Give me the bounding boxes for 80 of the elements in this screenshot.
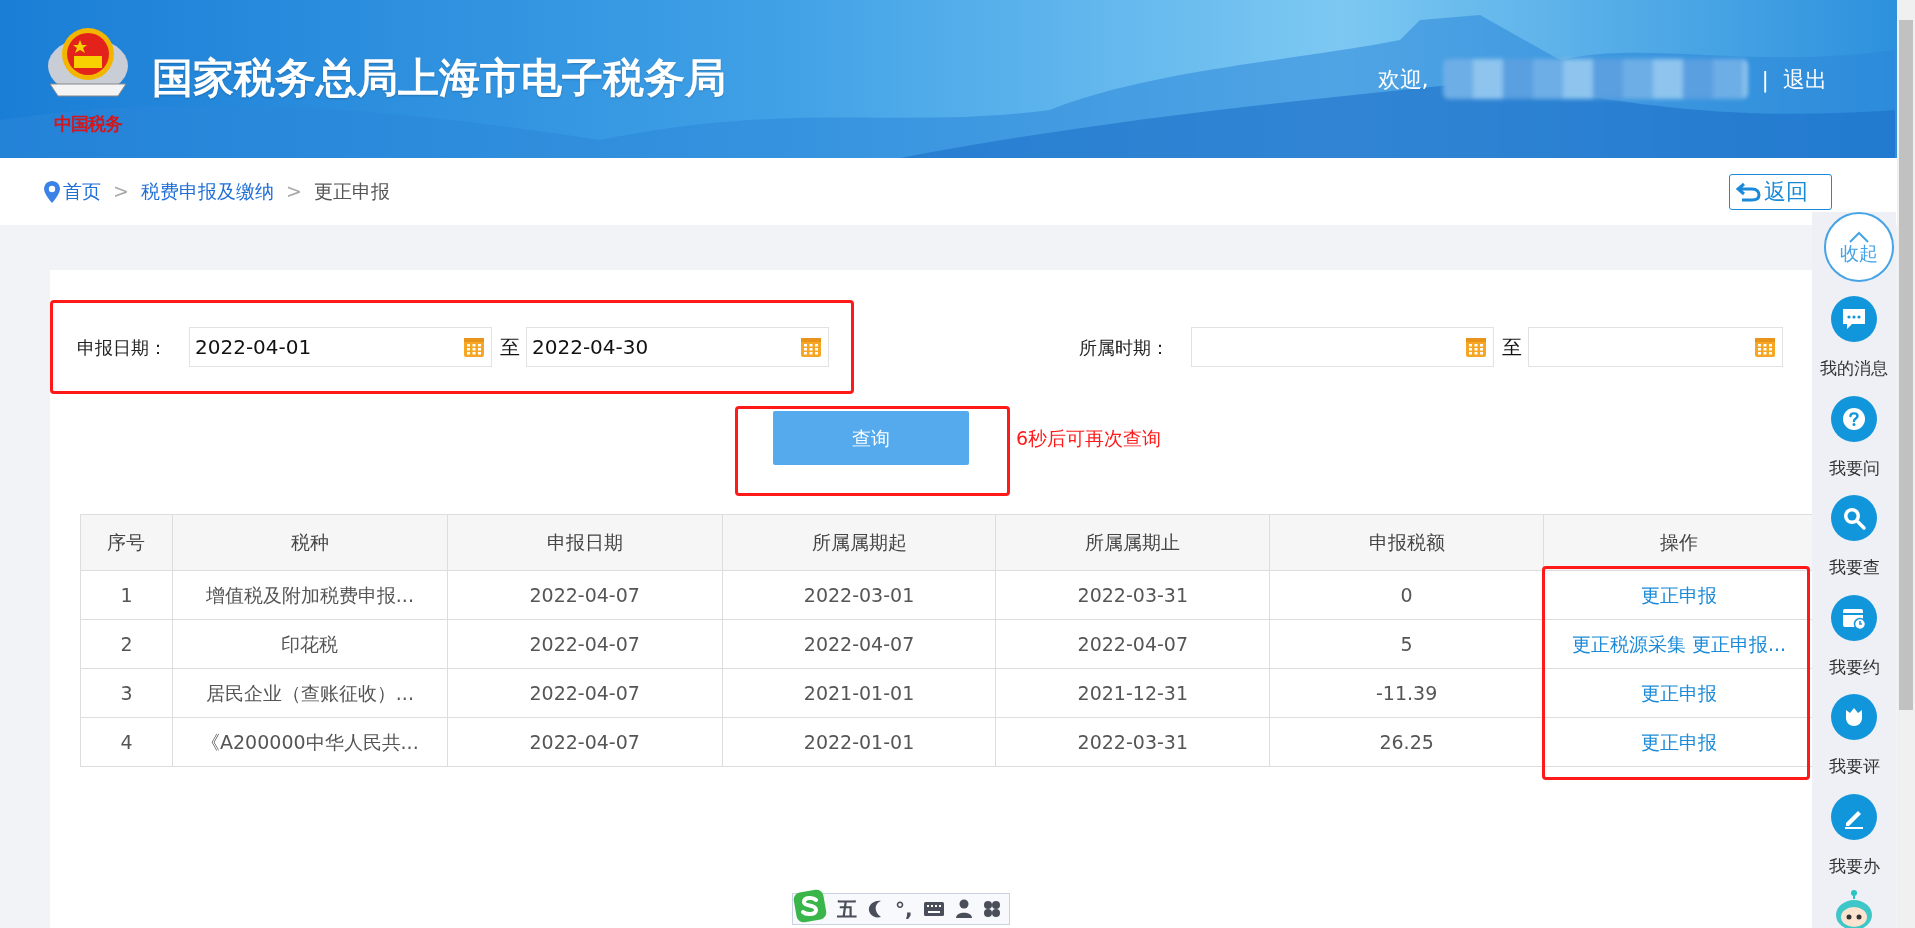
return-arrow-icon [1736,180,1762,203]
table-cell: 2021-12-31 [995,668,1270,718]
table-cell: 居民企业（查账征收）... [172,668,448,718]
table-cell: 2022-03-31 [995,570,1270,620]
side-menu-label[interactable]: 我要问 [1828,455,1880,481]
column-header: 申报税额 [1269,514,1544,571]
table-cell: 2022-03-31 [995,717,1270,767]
table-cell: 1 [80,570,173,620]
field-label: 申报日期： [77,335,168,360]
ime-logo-icon[interactable] [793,889,827,923]
keyboard-icon[interactable] [922,901,945,917]
table-cell: 2022-01-01 [722,717,996,767]
table-cell: 2022-04-07 [995,619,1270,669]
column-header: 税种 [172,514,448,571]
date-picker[interactable] [1528,327,1783,367]
calendar-icon[interactable] [1754,336,1776,358]
calendar-clock-icon[interactable] [1831,594,1877,641]
table-cell: 2022-03-01 [722,570,996,620]
search-icon[interactable] [1831,495,1877,541]
breadcrumb-separator: > [285,179,302,205]
back-button[interactable]: 返回 [1729,173,1832,210]
breadcrumb-link[interactable]: 首页 [63,177,101,206]
countdown-text: 6秒后可再次查询 [1016,425,1162,451]
welcome-text: 欢迎, [1377,65,1429,94]
chat-bubble-icon[interactable] [1831,296,1877,342]
site-title: 国家税务总局上海市电子税务局 [152,53,726,105]
table-cell: 印花税 [172,619,448,669]
date-input[interactable]: 2022-04-01 [193,331,463,363]
field-label: 所属时期： [1079,335,1170,360]
question-icon[interactable] [1831,395,1877,442]
pen-icon[interactable] [1831,793,1877,840]
table-cell: 2022-04-07 [447,570,723,620]
table-cell: 3 [80,668,173,718]
side-menu-label[interactable]: 我要查 [1828,555,1880,581]
table-cell: 2022-04-07 [447,717,723,767]
scrollbar-thumb[interactable] [1899,20,1913,710]
action-link[interactable]: 更正税源采集 [1571,632,1686,655]
column-header: 所属属期起 [722,514,996,571]
table-cell: 4 [80,717,173,767]
date-picker[interactable] [1191,327,1494,367]
table-cell: 2022-04-07 [447,619,723,669]
breadcrumb-link[interactable]: 税费申报及缴纳 [140,177,274,206]
logo-text: 中国税务 [54,111,122,136]
column-header: 序号 [80,514,173,571]
table-cell: 2 [80,619,173,669]
table-cell: 《A200000中华人民共... [172,717,448,767]
side-menu-label[interactable]: 我要约 [1828,654,1880,680]
grid-icon[interactable] [982,900,1001,918]
column-header: 所属属期止 [995,514,1270,571]
separator-text: | [1761,65,1769,95]
breadcrumb-current: 更正申报 [313,179,390,205]
table-cell: 2022-04-07 [722,619,996,669]
table-cell: 2022-04-07 [447,668,723,718]
flower-icon[interactable] [1831,694,1877,740]
scrollbar-track[interactable] [1897,0,1915,928]
date-input[interactable]: 2022-04-30 [530,331,800,363]
column-header: 操作 [1543,514,1815,571]
ime-mode-text[interactable]: 五 [837,894,857,924]
date-picker[interactable]: 2022-04-30 [526,327,829,367]
table-cell: 增值税及附加税费申报... [172,570,448,620]
breadcrumb-separator: > [113,179,129,205]
chevron-up-icon [1848,230,1870,243]
side-menu-label[interactable]: 我要评 [1828,754,1880,780]
calendar-icon[interactable] [463,336,485,358]
table-cell: 2021-01-01 [722,668,996,718]
action-link[interactable]: 更正申报 [1641,681,1718,704]
column-header: 申报日期 [447,514,723,571]
calendar-icon[interactable] [1465,336,1487,358]
calendar-icon[interactable] [800,336,822,358]
punctuation-mode-text[interactable]: °, [895,894,913,924]
action-link[interactable]: 更正申报 [1641,730,1718,753]
action-link[interactable]: 更正申报 [1641,583,1718,606]
person-icon[interactable] [954,899,973,919]
side-menu-label[interactable]: 我的消息 [1820,356,1888,382]
joiner-text: 至 [1502,334,1522,361]
side-menu-label[interactable]: 我要办 [1828,853,1880,879]
location-pin-icon [44,180,60,203]
date-picker[interactable]: 2022-04-01 [189,327,492,367]
joiner-text: 至 [500,334,520,361]
action-link[interactable]: 更正申报... [1691,632,1787,655]
